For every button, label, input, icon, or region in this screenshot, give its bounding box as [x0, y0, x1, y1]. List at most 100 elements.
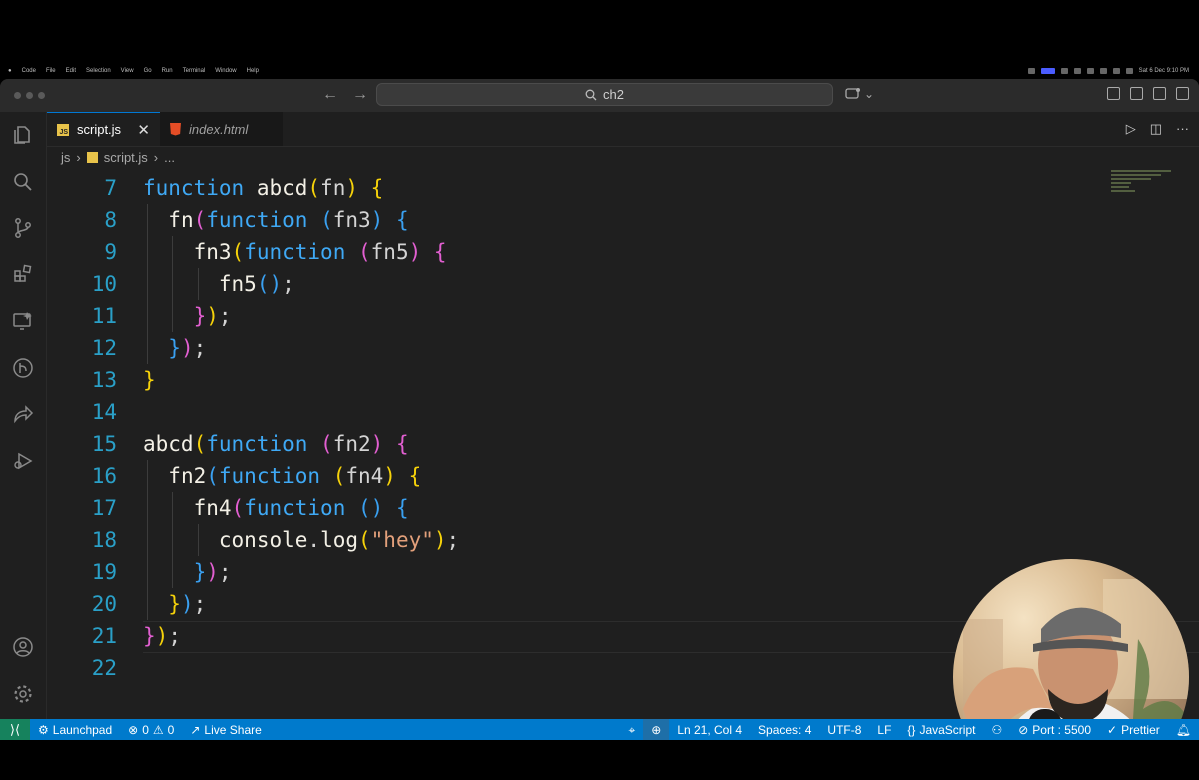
code-line[interactable]: 16 fn2(function (fn4) { [47, 460, 1047, 492]
code-line[interactable]: 19}); [47, 556, 1047, 588]
search-icon[interactable] [12, 171, 34, 193]
cursor-position[interactable]: Ln 21, Col 4 [669, 723, 750, 737]
code-line[interactable]: 13} [47, 364, 1047, 396]
status-icon[interactable] [1060, 68, 1068, 74]
minimize-window-button[interactable] [26, 92, 33, 99]
code-line[interactable]: 12}); [47, 332, 1047, 364]
language-label: JavaScript [919, 723, 976, 737]
breadcrumb-folder[interactable]: js [61, 150, 70, 165]
menu-selection[interactable]: Selection [86, 68, 111, 74]
breadcrumb-file[interactable]: script.js [104, 150, 148, 165]
end-of-line[interactable]: LF [869, 723, 899, 737]
indent-guide [147, 236, 148, 268]
indentation[interactable]: Spaces: 4 [750, 723, 819, 737]
notifications-icon[interactable]: 🔔︎ [1168, 723, 1199, 737]
code-token: ; [193, 592, 207, 616]
code-token: { [395, 496, 409, 520]
line-number: 12 [91, 336, 117, 360]
launchpad-button[interactable]: ⚙ Launchpad [30, 723, 120, 737]
line-number: 18 [91, 528, 117, 552]
copilot-status[interactable]: ⌖ [620, 723, 643, 738]
live-server-port[interactable]: ⊘ Port : 5500 [1010, 723, 1099, 737]
code-line[interactable]: 8 fn(function (fn3) { [47, 204, 1047, 236]
zoom-indicator[interactable]: ⊕ [643, 719, 670, 740]
code-line[interactable]: 17 fn4(function () { [47, 492, 1047, 524]
more-actions-icon[interactable]: ··· [1176, 121, 1189, 137]
menu-help[interactable]: Help [247, 68, 259, 74]
menu-terminal[interactable]: Terminal [183, 68, 206, 74]
run-debug-icon[interactable] [12, 450, 34, 472]
encoding[interactable]: UTF-8 [819, 723, 869, 737]
run-icon[interactable]: ▷ [1126, 121, 1136, 137]
status-icon[interactable] [1086, 68, 1094, 74]
copilot-button[interactable]: ⌄ [845, 87, 874, 101]
toggle-panel-icon[interactable] [1153, 87, 1166, 100]
command-center-search[interactable]: ch2 [376, 83, 833, 106]
customize-layout-icon[interactable] [1107, 87, 1120, 100]
extensions-icon[interactable] [12, 263, 34, 285]
menubar-clock[interactable]: Sat 6 Dec 9:10 PM [1139, 68, 1189, 74]
remote-indicator-icon[interactable]: ⟩⟨ [0, 719, 30, 740]
tab-label: script.js [77, 122, 122, 137]
code-line[interactable]: 15 abcd(function (fn2) { [47, 428, 1047, 460]
toggle-secondary-sidebar-icon[interactable] [1176, 87, 1189, 100]
menu-run[interactable]: Run [162, 68, 173, 74]
zoom-window-button[interactable] [38, 92, 45, 99]
toggle-primary-sidebar-icon[interactable] [1130, 87, 1143, 100]
code-token: ( [358, 528, 371, 552]
forward-arrow-icon[interactable]: → [352, 86, 368, 104]
code-line[interactable]: 10 fn5(); [47, 268, 1047, 300]
code-line[interactable]: 11}); [47, 300, 1047, 332]
back-arrow-icon[interactable]: ← [322, 86, 338, 104]
language-mode[interactable]: {} JavaScript [899, 723, 983, 737]
line-number: 11 [91, 304, 117, 328]
code-line[interactable]: 14 [47, 396, 1047, 428]
warning-icon: ⚠ [152, 723, 164, 737]
spotlight-icon[interactable] [1125, 68, 1133, 74]
menu-view[interactable]: View [121, 68, 134, 74]
remote-explorer-icon[interactable] [12, 310, 34, 332]
split-editor-icon[interactable]: ◫ [1150, 121, 1162, 137]
battery-icon[interactable] [1099, 68, 1107, 74]
code-line[interactable]: 22 [47, 652, 1047, 684]
live-share-icon[interactable] [12, 403, 34, 425]
live-share-label: Live Share [204, 723, 262, 737]
code-token: { [433, 240, 447, 264]
source-control-icon[interactable] [12, 217, 34, 239]
status-icon[interactable] [1073, 68, 1081, 74]
code-line[interactable]: 18 console.log("hey"); [47, 524, 1047, 556]
explorer-icon[interactable] [12, 124, 34, 146]
menu-go[interactable]: Go [144, 68, 152, 74]
menu-window[interactable]: Window [215, 68, 236, 74]
status-icon[interactable] [1027, 68, 1035, 74]
code-token: fn2 [332, 432, 371, 456]
wifi-icon[interactable] [1112, 68, 1120, 74]
account-icon[interactable] [12, 636, 34, 658]
recording-icon[interactable] [1040, 68, 1055, 74]
close-window-button[interactable] [14, 92, 21, 99]
code-line[interactable]: 9 fn3(function (fn5) { [47, 236, 1047, 268]
code-line[interactable]: 21}); [47, 620, 1047, 652]
settings-icon[interactable] [12, 683, 34, 705]
code-token: } [168, 336, 181, 360]
live-share-people-icon[interactable]: ⚇ [983, 723, 1010, 737]
live-share-button[interactable]: ↗ Live Share [182, 723, 269, 737]
problems-indicator[interactable]: ⊗ 0 ⚠ 0 [120, 723, 182, 737]
git-graph-icon[interactable] [12, 357, 34, 379]
menu-code[interactable]: Code [22, 68, 36, 74]
launchpad-icon: ⚙ [38, 723, 49, 737]
code-line[interactable]: 7 function abcd(fn) { [47, 172, 1047, 204]
close-icon[interactable]: ✕ [137, 121, 150, 139]
menu-file[interactable]: File [46, 68, 56, 74]
minimap[interactable] [1111, 168, 1177, 208]
menu-edit[interactable]: Edit [66, 68, 76, 74]
breadcrumb-more[interactable]: ... [164, 150, 175, 165]
prettier-status[interactable]: ✓ Prettier [1099, 723, 1168, 737]
apple-icon[interactable]: ● [8, 68, 12, 74]
tab-index-html[interactable]: index.html [160, 112, 283, 146]
tab-script-js[interactable]: JS script.js ✕ [47, 112, 160, 146]
code-line[interactable]: 20}); [47, 588, 1047, 620]
